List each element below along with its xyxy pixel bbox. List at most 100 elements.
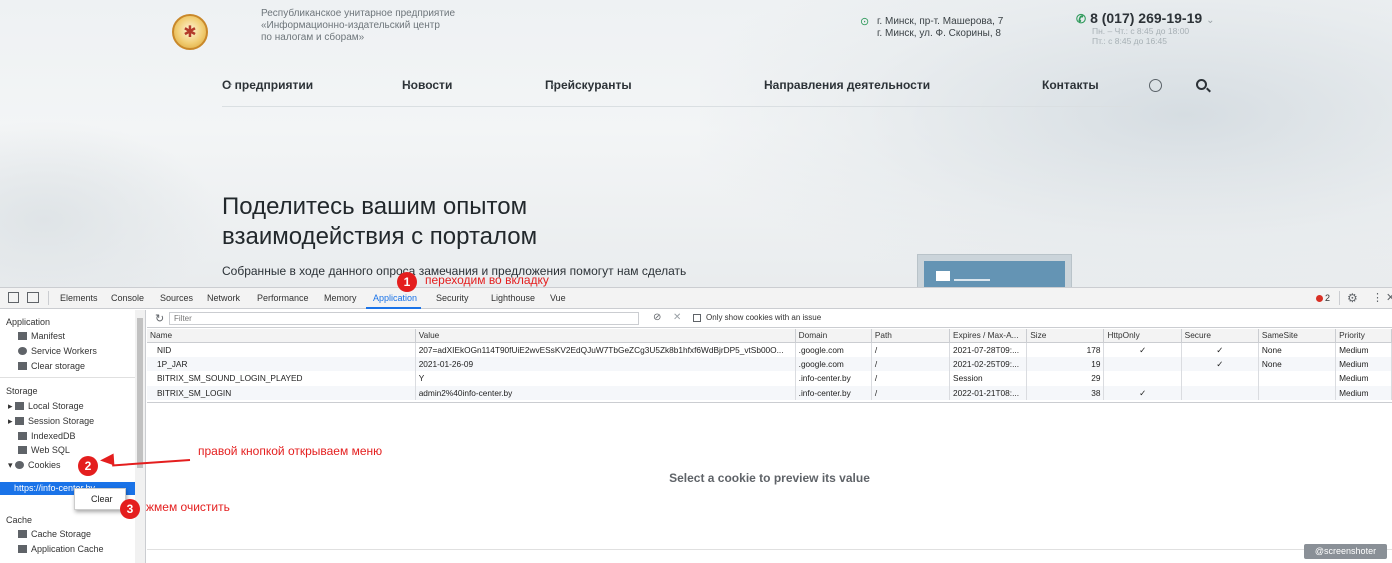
column-header-expires[interactable]: Expires / Max-A... — [949, 329, 1028, 343]
chevron-down-icon[interactable]: ⌄ — [1206, 15, 1214, 26]
cookie-preview-placeholder: Select a cookie to preview its value — [669, 471, 870, 485]
sidebar-item-session-storage[interactable]: ▸ Session Storage — [8, 416, 94, 427]
column-header-samesite[interactable]: SameSite — [1258, 329, 1337, 343]
sidebar-item-local-storage[interactable]: ▸ Local Storage — [8, 401, 84, 412]
phone-icon: ✆ — [1076, 12, 1087, 26]
column-header-secure[interactable]: Secure — [1181, 329, 1259, 343]
database-icon — [18, 362, 27, 370]
phone-block: ✆ 8 (017) 269-19-19 ⌄ Пн. – Чт.: с 8:45 до… — [1076, 10, 1215, 46]
cookie-icon — [15, 461, 25, 469]
sidebar-item-cookies[interactable]: ▾ Cookies — [8, 460, 61, 471]
document-icon — [18, 332, 27, 340]
database-icon — [18, 530, 27, 538]
only-issue-label: Only show cookies with an issue — [706, 313, 822, 322]
chevron-right-icon: ▸ — [8, 416, 13, 426]
section-application: Application — [6, 317, 51, 327]
user-icon[interactable] — [1149, 79, 1162, 92]
block-icon[interactable]: ⊘ — [653, 312, 661, 323]
table-row[interactable]: BITRIX_SM_LOGIN admin2%40info-center.by … — [147, 385, 1392, 400]
column-header-value[interactable]: Value — [415, 329, 796, 343]
logo-emblem-icon: ✱ — [183, 24, 197, 41]
error-icon — [1316, 295, 1323, 302]
background-blur-left — [0, 120, 220, 287]
gear-icon[interactable]: ⚙ — [1347, 291, 1358, 305]
step-3-note: жмем очистить — [146, 500, 230, 514]
gear-icon — [18, 347, 27, 355]
table-row[interactable]: BITRIX_SM_SOUND_LOGIN_PLAYED Y .info-cen… — [147, 371, 1392, 386]
cookie-toolbar: ↻ ⊘ ✕ Only show cookies with an issue — [147, 310, 1392, 328]
clear-filter-icon[interactable]: ✕ — [673, 312, 681, 323]
chevron-right-icon: ▸ — [8, 401, 13, 411]
sidebar-scrollbar[interactable] — [135, 310, 145, 563]
website-viewport: ✱ Республиканское унитарное предприятие … — [0, 0, 1392, 287]
step-2-badge: 2 — [78, 456, 98, 476]
more-options-icon[interactable]: ⋮ — [1372, 291, 1383, 304]
location-pin-icon: ⊙ — [860, 16, 870, 28]
section-cache: Cache — [6, 515, 33, 525]
chevron-down-icon: ⌄ — [768, 78, 777, 89]
column-header-httponly[interactable]: HttpOnly — [1103, 329, 1182, 343]
hero-title: Поделитесь вашим опытом взаимодействия с… — [222, 193, 538, 250]
sidebar-item-indexeddb[interactable]: IndexedDB — [18, 431, 76, 441]
tab-network[interactable]: Network — [207, 293, 240, 303]
sidebar-item-clear-storage[interactable]: Clear storage — [18, 361, 85, 371]
table-row[interactable]: NID 207=adXIEkOGn114T90fUiE2wvESsKV2EdQJ… — [147, 342, 1392, 357]
sidebar-item-application-cache[interactable]: Application Cache — [18, 544, 104, 554]
scrollbar-thumb[interactable] — [137, 318, 143, 468]
tab-sources[interactable]: Sources — [160, 293, 193, 303]
tab-lighthouse[interactable]: Lighthouse — [491, 293, 535, 303]
section-storage: Storage — [6, 386, 38, 396]
database-icon — [18, 446, 27, 454]
tab-application[interactable]: Application — [373, 293, 417, 303]
bottom-divider — [147, 549, 1392, 550]
sidebar-item-manifest[interactable]: Manifest — [18, 331, 65, 341]
tab-console[interactable]: Console — [111, 293, 144, 303]
filter-input[interactable] — [169, 312, 639, 325]
grid-icon — [18, 545, 27, 553]
sidebar-item-websql[interactable]: Web SQL — [18, 445, 70, 455]
column-header-domain[interactable]: Domain — [795, 329, 872, 343]
column-header-path[interactable]: Path — [871, 329, 951, 343]
device-toolbar-icon[interactable] — [27, 292, 39, 303]
hero-illustration — [917, 254, 1072, 287]
tab-vue[interactable]: Vue — [550, 293, 566, 303]
devtools-tabbar: Elements Console Sources Network Perform… — [0, 287, 1392, 309]
chevron-down-icon: ⌄ — [549, 78, 558, 89]
context-menu-clear[interactable]: Clear — [91, 494, 113, 504]
column-header-size[interactable]: Size — [1026, 329, 1105, 343]
nav-item-contacts[interactable]: Контакты — [1042, 78, 1099, 92]
nav-divider — [222, 106, 1132, 107]
background-blur — [700, 0, 1392, 287]
tab-elements[interactable]: Elements — [60, 293, 98, 303]
arrow-head-icon — [99, 453, 115, 467]
tab-memory[interactable]: Memory — [324, 293, 357, 303]
table-row[interactable]: 1P_JAR 2021-01-26-09 .google.com / 2021-… — [147, 356, 1392, 371]
tab-security[interactable]: Security — [436, 293, 469, 303]
context-menu: Clear — [74, 488, 126, 510]
inspect-element-icon[interactable] — [8, 292, 19, 303]
column-header-priority[interactable]: Priority — [1335, 329, 1392, 343]
active-tab-indicator — [366, 307, 421, 309]
database-icon — [18, 432, 27, 440]
column-header-name[interactable]: Name — [147, 329, 416, 343]
cookies-table: Name Value Domain Path Expires / Max-A..… — [147, 329, 1392, 400]
application-sidebar: Application Manifest Service Workers Cle… — [0, 310, 146, 563]
step-2-note: правой кнопкой открываем меню — [198, 444, 383, 458]
devtools-panel: Elements Console Sources Network Perform… — [0, 287, 1392, 563]
tab-performance[interactable]: Performance — [257, 293, 309, 303]
step-1-badge: 1 — [397, 272, 417, 292]
phone-number[interactable]: 8 (017) 269-19-19 — [1090, 10, 1202, 26]
search-icon[interactable] — [1196, 79, 1207, 90]
sidebar-item-service-workers[interactable]: Service Workers — [18, 346, 97, 356]
grid-icon — [15, 402, 25, 410]
site-logo[interactable]: ✱ — [172, 14, 208, 50]
step-3-badge: 3 — [120, 499, 140, 519]
table-divider — [147, 402, 1392, 403]
error-count-badge[interactable]: 2 — [1316, 293, 1330, 303]
refresh-icon[interactable]: ↻ — [155, 312, 164, 325]
sidebar-item-cache-storage[interactable]: Cache Storage — [18, 529, 91, 539]
main-nav: О предприятии ⌄ Новости ⌄ Прейскуранты ⌄ На… — [222, 78, 1207, 98]
close-icon[interactable]: ✕ — [1386, 291, 1392, 304]
chevron-down-icon: ⌄ — [226, 78, 235, 89]
only-issue-checkbox[interactable] — [693, 314, 701, 322]
